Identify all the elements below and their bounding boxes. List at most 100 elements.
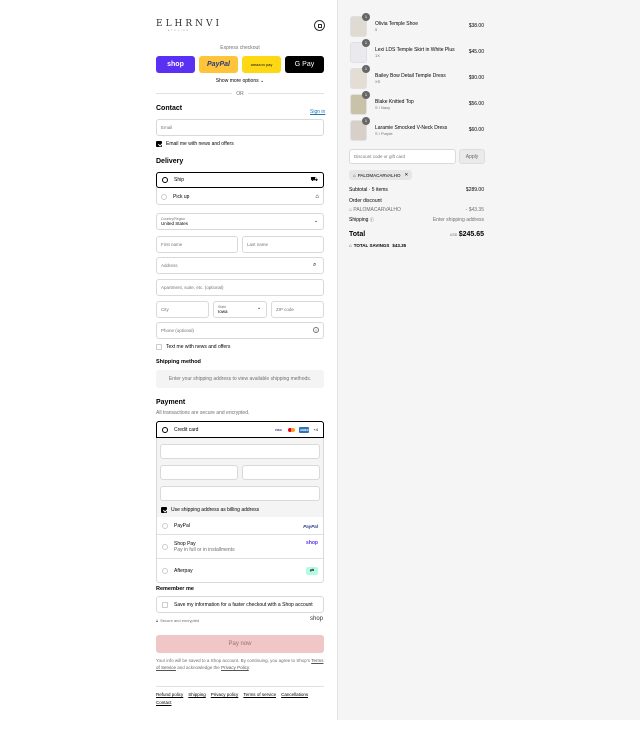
afterpay-radio[interactable] xyxy=(162,568,168,574)
footer-link-shipping[interactable]: Shipping xyxy=(188,692,206,697)
shop-pay-button[interactable]: shop xyxy=(156,56,195,73)
google-pay-button[interactable]: G Pay xyxy=(285,56,324,73)
afterpay-label: Afterpay xyxy=(174,568,193,574)
shipping-method-heading: Shipping method xyxy=(156,359,201,365)
country-value: United States xyxy=(161,221,189,226)
discount-input[interactable]: Discount code or gift card xyxy=(349,149,456,164)
email-field[interactable]: Email xyxy=(156,119,324,136)
line-item: 1 Laramie Smocked V-Neck Dress S / Purple… xyxy=(350,116,484,143)
footer-divider xyxy=(156,686,324,687)
brand-logo[interactable]: ELHRNVI xyxy=(156,19,222,29)
paypal-button[interactable]: PayPal xyxy=(199,56,238,73)
chevron-down-icon: ⌄ xyxy=(260,78,265,84)
total-value: $245.65 xyxy=(458,231,484,238)
city-field[interactable]: City xyxy=(156,301,209,318)
total-row: Total USD $245.65 xyxy=(349,231,484,238)
product-thumbnail: 1 xyxy=(350,12,370,37)
text-news-row[interactable]: Text me with news and offers xyxy=(156,344,230,350)
sign-in-link[interactable]: Sign in xyxy=(310,109,325,115)
more-cards-badge: +4 xyxy=(313,427,318,432)
chevron-down-icon: ⌄ xyxy=(314,218,319,224)
pickup-radio[interactable] xyxy=(161,194,167,200)
shop-pay-option[interactable]: Shop Pay Pay in full or in installments sh… xyxy=(157,536,323,559)
last-name-field[interactable]: Last name xyxy=(242,236,324,253)
privacy-link[interactable]: Privacy Policy xyxy=(221,665,249,670)
contact-heading: Contact xyxy=(156,105,183,112)
divider-right xyxy=(248,93,324,94)
line-item: 1 Bailey Bow Detail Temple Dress XS $90.0… xyxy=(350,64,484,91)
chevron-down-icon: ⌄ xyxy=(257,305,262,311)
pay-now-button[interactable]: Pay now xyxy=(156,635,324,653)
shop-pay-logo: shop xyxy=(306,540,318,546)
currency-code: USD xyxy=(449,233,458,237)
shop-pay-radio[interactable] xyxy=(162,544,168,550)
security-code-field[interactable] xyxy=(242,465,320,480)
divider-left xyxy=(156,93,232,94)
item-price: $56.00 xyxy=(468,101,484,107)
ship-option[interactable]: Ship ⛟ xyxy=(156,172,324,188)
text-news-checkbox[interactable] xyxy=(156,344,162,350)
show-more-label: Show more options xyxy=(215,78,259,84)
paypal-radio[interactable] xyxy=(162,523,168,529)
pickup-option[interactable]: Pick up ⌂ xyxy=(156,189,324,205)
paypal-label: PayPal xyxy=(174,523,190,529)
footer-link-refund[interactable]: Refund policy xyxy=(156,692,183,697)
search-icon: ⌕ xyxy=(313,262,317,268)
pickup-label: Pick up xyxy=(173,194,190,200)
order-discount-label: Order discount xyxy=(349,198,382,204)
footer-link-cancellations[interactable]: Cancellations xyxy=(281,692,308,697)
line-items: 1 Olivia Temple Shoe 5 $38.00 1 Lexi LDS … xyxy=(350,12,484,143)
legal-text-2: and acknowledge the xyxy=(177,664,220,670)
store-icon: ⌂ xyxy=(315,194,319,200)
save-info-checkbox[interactable] xyxy=(162,601,168,608)
card-number-field[interactable] xyxy=(160,444,320,459)
legal-text-1: Your info will be saved to a Shop accoun… xyxy=(156,658,311,663)
paypal-logo: PayPal xyxy=(303,523,318,529)
email-news-label: Email me with news and offers xyxy=(166,141,234,147)
billing-checkbox[interactable] xyxy=(161,507,167,513)
credit-card-label: Credit card xyxy=(174,426,199,433)
apply-button[interactable]: Apply xyxy=(459,149,485,164)
show-more-options-link[interactable]: Show more options ⌄ xyxy=(156,78,324,84)
billing-address-row[interactable]: Use shipping address as billing address xyxy=(161,507,259,513)
name-on-card-field[interactable] xyxy=(160,486,320,501)
product-thumbnail: 1 xyxy=(350,38,370,63)
or-divider-text: OR xyxy=(236,91,244,97)
save-info-row[interactable]: Save my information for a faster checkou… xyxy=(156,596,324,613)
first-name-field[interactable]: First name xyxy=(156,236,238,253)
ship-radio[interactable] xyxy=(162,177,168,183)
help-icon[interactable]: ? xyxy=(313,327,319,333)
email-news-checkbox[interactable] xyxy=(156,141,162,147)
item-variant: 5 xyxy=(375,26,378,32)
cart-bag-icon[interactable] xyxy=(314,20,325,31)
mastercard-icon xyxy=(286,427,296,433)
footer-link-contact[interactable]: Contact xyxy=(156,700,172,705)
help-icon[interactable]: ⓘ xyxy=(370,217,374,222)
line-item: 1 Lexi LDS Temple Skirt in White Plus 1X … xyxy=(350,38,484,65)
shipping-method-note: Enter your shipping address to view avai… xyxy=(156,370,324,388)
afterpay-option[interactable]: Afterpay ⇄ xyxy=(157,560,323,582)
amazon-pay-button[interactable]: amazon pay xyxy=(242,56,281,73)
visa-icon: VISA xyxy=(274,427,282,432)
paypal-option[interactable]: PayPal PayPal xyxy=(157,518,323,535)
address-field[interactable]: Address xyxy=(156,257,324,274)
credit-card-radio[interactable] xyxy=(162,426,168,433)
shipping-label: Shipping xyxy=(349,217,369,223)
credit-card-option[interactable]: Credit card VISA AMEX +4 xyxy=(156,421,324,438)
item-variant: S / Navy xyxy=(375,104,391,110)
discount-row-code: PALOMACARVALHO xyxy=(353,207,401,213)
footer-links: Refund policy Shipping Privacy policy Te… xyxy=(156,692,324,705)
subtotal-value: $289.00 xyxy=(465,187,484,193)
footer-link-terms[interactable]: Terms of service xyxy=(243,692,276,697)
close-icon[interactable]: ✕ xyxy=(404,172,408,178)
quantity-badge: 1 xyxy=(362,90,370,99)
line-item: 1 Blake Knitted Top S / Navy $56.00 xyxy=(350,90,484,117)
zip-field[interactable]: ZIP code xyxy=(271,301,324,318)
legal-text-3: . xyxy=(248,664,251,670)
phone-field[interactable]: Phone (optional) xyxy=(156,322,324,339)
apartment-field[interactable]: Apartment, suite, etc. (optional) xyxy=(156,279,324,296)
expiry-field[interactable] xyxy=(160,465,238,480)
country-select[interactable]: Country/Region United States xyxy=(156,213,324,230)
footer-link-privacy[interactable]: Privacy policy xyxy=(211,692,239,697)
email-news-row[interactable]: Email me with news and offers xyxy=(156,141,234,147)
